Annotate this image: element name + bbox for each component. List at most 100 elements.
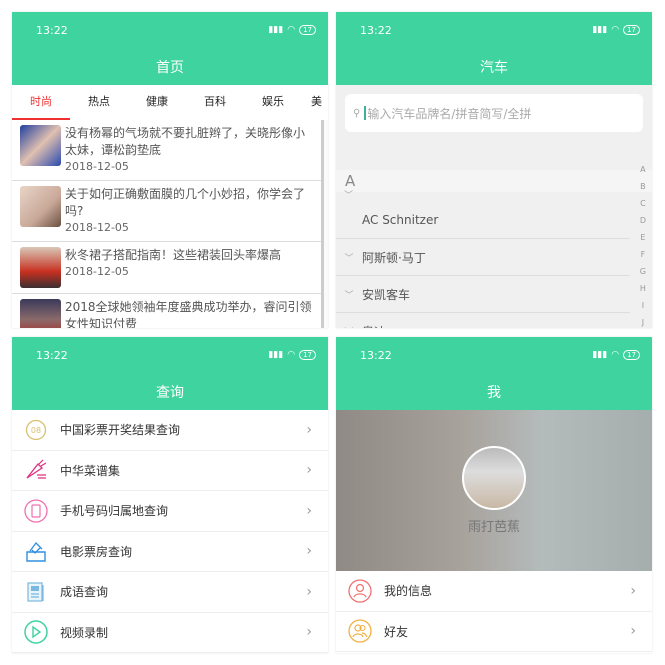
wifi-icon: ◠ xyxy=(287,25,296,35)
brand-name: 奥迪 xyxy=(362,323,386,329)
news-item[interactable]: 秋冬裙子搭配指南！这些裙装回头率爆高 2018-12-05 xyxy=(12,242,321,294)
news-item[interactable]: 没有杨幂的气场就不要扎脏辫了，关晓彤像小太妹，谭松韵垫底 2018-12-05 xyxy=(12,120,321,181)
news-title: 秋冬裙子搭配指南！这些裙装回头率爆高 xyxy=(65,248,282,262)
username: 雨打芭蕉 xyxy=(467,520,520,535)
signal-icon: ▮▮▮ xyxy=(592,350,608,360)
page-title: 查询 xyxy=(12,373,328,410)
item-label: 好友 xyxy=(384,624,409,639)
index-letter[interactable]: E xyxy=(640,233,646,242)
tab-health[interactable]: 健康 xyxy=(128,85,186,120)
chevron-right-icon: › xyxy=(306,624,312,641)
item-label: 我的信息 xyxy=(384,584,433,599)
status-bar: 13:22 ▮▮▮ ◠ 17 xyxy=(12,337,328,373)
item-label: 手机号码归属地查询 xyxy=(60,504,169,519)
index-letter[interactable]: A xyxy=(640,165,646,174)
wifi-icon: ◠ xyxy=(287,350,296,360)
brand-search-input[interactable]: ⚲ 输入汽车品牌名/拼音简写/全拼 xyxy=(345,94,643,132)
signal-icon: ▮▮▮ xyxy=(592,25,608,35)
chevron-right-icon: › xyxy=(306,502,312,519)
news-item[interactable]: 2018全球她领袖年度盛典成功举办，睿问引领女性知识付费2018-12-05 xyxy=(12,294,321,328)
avatar[interactable] xyxy=(462,446,526,510)
phone-icon xyxy=(24,499,48,523)
search-icon: ⚲ xyxy=(353,107,361,119)
status-time: 13:22 xyxy=(36,348,68,362)
chevron-down-icon: ﹀ xyxy=(344,191,354,201)
tab-entertainment[interactable]: 娱乐 xyxy=(244,85,302,120)
chevron-right-icon: › xyxy=(630,623,636,640)
brand-item[interactable]: ﹀ 安凯客车 xyxy=(336,276,630,313)
search-placeholder: 输入汽车品牌名/拼音简写/全拼 xyxy=(367,106,532,121)
index-letter[interactable]: C xyxy=(640,199,646,208)
news-date: 2018-12-05 xyxy=(65,265,129,278)
query-item-recipes[interactable]: 中华菜谱集 › xyxy=(12,450,328,491)
query-item-video[interactable]: 视频录制 › xyxy=(12,612,328,653)
page-title: 汽车 xyxy=(336,48,652,85)
news-thumbnail xyxy=(20,299,61,328)
index-letter[interactable]: B xyxy=(640,182,646,191)
query-screen: 13:22 ▮▮▮ ◠ 17 查询 08 中国彩票开奖结果查询 › 中华菜谱集 › 手机号码… xyxy=(12,337,328,653)
news-title: 没有杨幂的气场就不要扎脏辫了，关晓彤像小太妹，谭松韵垫底 xyxy=(65,126,306,157)
status-bar: 13:22 ▮▮▮ ◠ 17 xyxy=(12,12,328,48)
item-label: 电影票房查询 xyxy=(60,544,133,559)
user-icon xyxy=(348,579,372,603)
me-item-info[interactable]: 我的信息 › xyxy=(336,571,652,612)
query-item-phone[interactable]: 手机号码归属地查询 › xyxy=(12,491,328,532)
index-letter[interactable]: H xyxy=(640,284,646,293)
news-date: 2018-12-05 xyxy=(65,221,129,234)
tab-fashion[interactable]: 时尚 xyxy=(12,85,70,120)
signal-icon: ▮▮▮ xyxy=(268,350,284,360)
battery-icon: 17 xyxy=(623,25,640,35)
me-screen: 13:22 ▮▮▮ ◠ 17 我 雨打芭蕉 我的信息 › 好友 › xyxy=(336,337,652,653)
alphabet-index[interactable]: ABCDEFGHIJ xyxy=(640,165,646,327)
index-letter[interactable]: J xyxy=(640,318,646,327)
brand-item[interactable]: ﹀奥迪 xyxy=(336,313,630,328)
ticket-icon xyxy=(24,539,48,563)
chevron-right-icon: › xyxy=(306,421,312,438)
me-item-friends[interactable]: 好友 › xyxy=(336,611,652,652)
item-label: 成语查询 xyxy=(60,585,109,600)
profile-header: 雨打芭蕉 xyxy=(336,410,652,571)
friends-icon xyxy=(348,619,372,643)
item-label: 中国彩票开奖结果查询 xyxy=(60,423,181,438)
chevron-right-icon: › xyxy=(630,582,636,599)
news-item[interactable]: 关于如何正确敷面膜的几个小妙招，你学会了吗? 2018-12-05 xyxy=(12,181,321,242)
book-icon xyxy=(24,580,48,604)
battery-icon: 17 xyxy=(299,350,316,360)
tab-beauty[interactable]: 美 xyxy=(302,85,322,120)
index-letter[interactable]: G xyxy=(640,267,646,276)
index-letter[interactable]: D xyxy=(640,216,646,225)
brand-name: 安凯客车 xyxy=(362,287,411,302)
tab-encyclopedia[interactable]: 百科 xyxy=(186,85,244,120)
chevron-down-icon: ﹀ xyxy=(344,290,354,301)
home-screen: 13:22 ▮▮▮ ◠ 17 首页 时尚 热点 健康 百科 娱乐 美 没有杨幂的气场就… xyxy=(12,12,328,328)
index-letter[interactable]: F xyxy=(640,250,646,259)
play-icon xyxy=(24,620,48,644)
brand-item[interactable]: ﹀ 阿斯顿·马丁 xyxy=(336,239,630,276)
news-thumbnail xyxy=(20,186,61,227)
chevron-right-icon: › xyxy=(306,462,312,479)
news-thumbnail xyxy=(20,247,61,288)
battery-icon: 17 xyxy=(623,350,640,360)
index-letter[interactable]: I xyxy=(640,301,646,310)
chevron-down-icon: ﹀ xyxy=(344,253,354,264)
query-item-idiom[interactable]: 成语查询 › xyxy=(12,572,328,613)
news-title: 关于如何正确敷面膜的几个小妙招，你学会了吗? xyxy=(65,187,306,218)
query-item-boxoffice[interactable]: 电影票房查询 › xyxy=(12,531,328,572)
brand-name: AC Schnitzer xyxy=(362,213,439,227)
news-title: 2018全球她领袖年度盛典成功举办，睿问引领女性知识付费 xyxy=(65,300,312,328)
page-title: 我 xyxy=(336,373,652,410)
wifi-icon: ◠ xyxy=(611,25,620,35)
status-time: 13:22 xyxy=(360,348,392,362)
svg-text:08: 08 xyxy=(31,426,41,435)
status-time: 13:22 xyxy=(36,23,68,37)
battery-icon: 17 xyxy=(299,25,316,35)
status-bar: 13:22 ▮▮▮ ◠ 17 xyxy=(336,337,652,373)
car-screen: 13:22 ▮▮▮ ◠ 17 汽车 ⚲ 输入汽车品牌名/拼音简写/全拼 A ﹀ AC S… xyxy=(336,12,652,328)
query-item-lottery[interactable]: 08 中国彩票开奖结果查询 › xyxy=(12,410,328,451)
news-date: 2018-12-05 xyxy=(65,160,129,173)
item-label: 视频录制 xyxy=(60,625,109,640)
chevron-down-icon: ﹀ xyxy=(336,325,362,329)
section-header: A xyxy=(336,170,652,192)
brand-item[interactable]: AC Schnitzer xyxy=(336,202,630,239)
tab-hot[interactable]: 热点 xyxy=(70,85,128,120)
